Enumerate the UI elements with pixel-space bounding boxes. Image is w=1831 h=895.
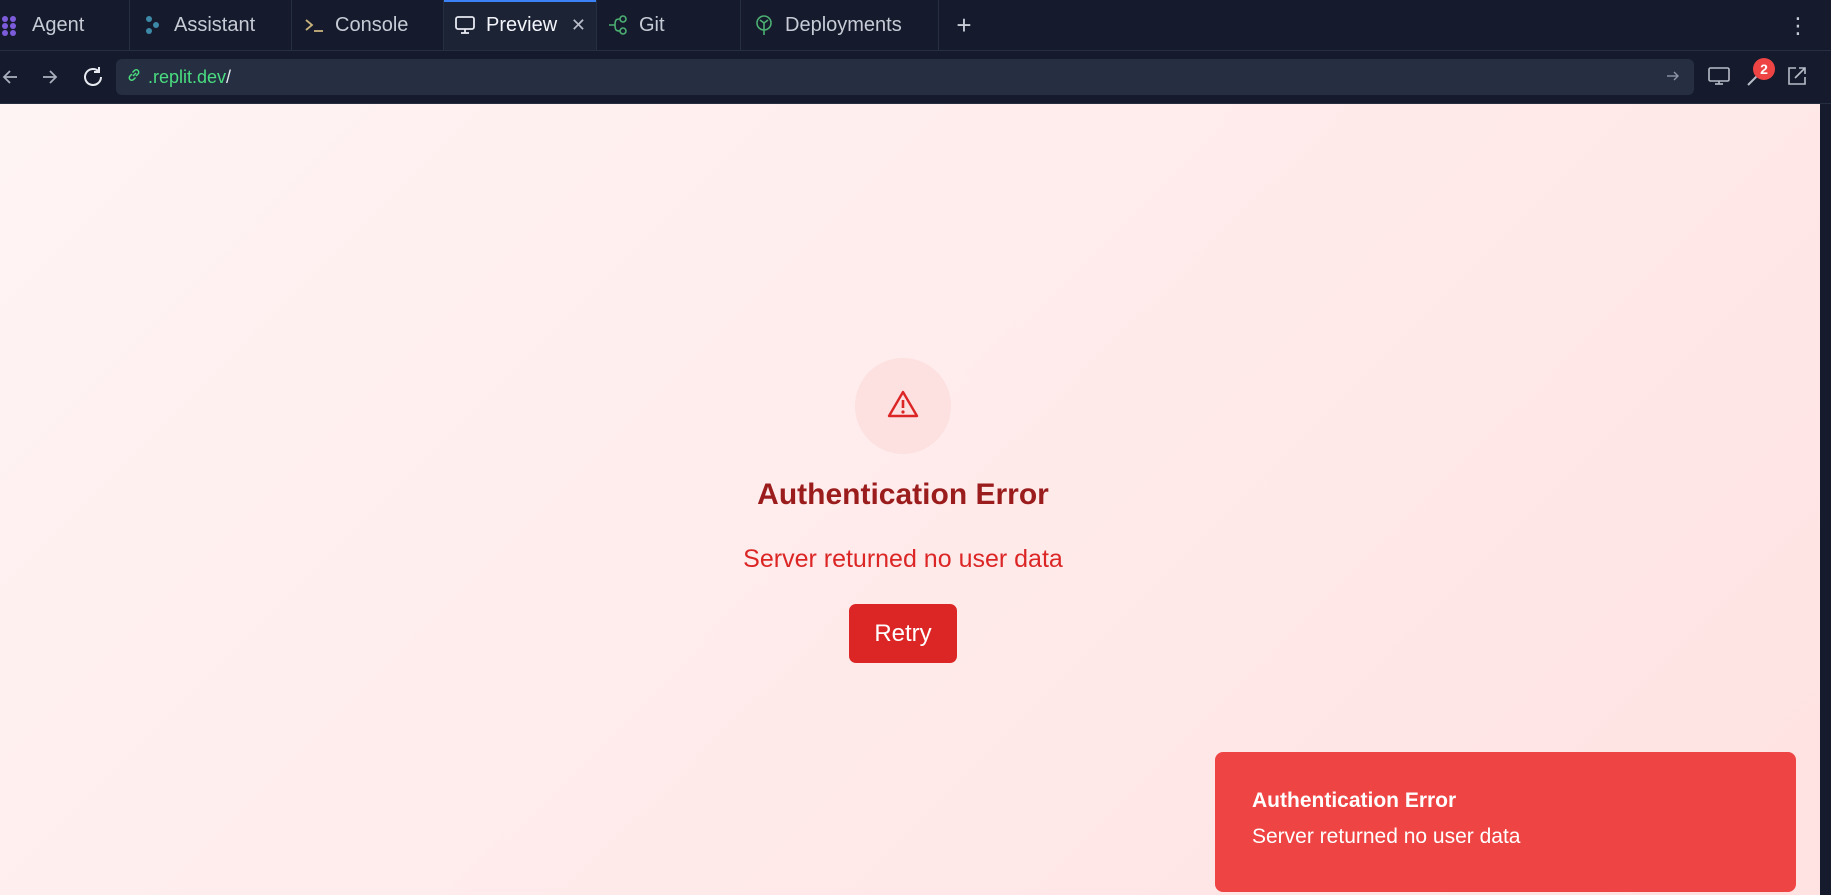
right-edge-rail [1820, 104, 1831, 895]
link-icon [126, 67, 142, 88]
tab-assistant[interactable]: Assistant [130, 0, 292, 50]
assistant-icon [142, 14, 164, 36]
add-tab-button[interactable]: + [939, 0, 989, 50]
url-domain: .replit.dev [148, 66, 227, 87]
tab-label: Preview [486, 13, 558, 36]
go-arrow-icon[interactable] [1664, 66, 1682, 91]
url-input[interactable]: .replit.dev/ [116, 59, 1694, 95]
close-icon[interactable]: ✕ [571, 15, 586, 36]
error-message: Server returned no user data [743, 545, 1063, 573]
forward-icon[interactable] [36, 63, 64, 91]
address-toolbar: .replit.dev/ [0, 51, 1831, 104]
tab-label: Agent [32, 13, 85, 36]
deployments-icon [753, 14, 775, 36]
back-icon[interactable] [0, 63, 24, 91]
tab-label: Git [639, 13, 665, 36]
tab-label: Deployments [785, 13, 902, 36]
tab-label: Console [335, 13, 409, 36]
git-icon [607, 14, 629, 36]
tab-deployments[interactable]: Deployments [741, 0, 939, 50]
console-icon [303, 14, 325, 36]
tab-bar: Agent Assistant Console Preview ✕ Git De… [0, 0, 1831, 51]
tab-preview[interactable]: Preview ✕ [444, 0, 597, 50]
warning-triangle-icon [886, 389, 920, 424]
reload-icon[interactable] [79, 63, 107, 91]
tab-console[interactable]: Console [292, 0, 444, 50]
device-preview-icon[interactable] [1707, 64, 1731, 93]
toast-message: Server returned no user data [1252, 825, 1521, 848]
error-icon-circle [855, 358, 951, 454]
error-toast[interactable]: Authentication Error Server returned no … [1215, 752, 1796, 892]
tab-label: Assistant [174, 13, 256, 36]
tab-git[interactable]: Git [597, 0, 741, 50]
agent-icon [0, 14, 22, 36]
retry-button[interactable]: Retry [849, 604, 957, 663]
url-path: / [226, 66, 232, 87]
monitor-icon [454, 14, 476, 36]
tab-agent[interactable]: Agent [0, 0, 130, 50]
devtools-count-badge: 2 [1753, 58, 1775, 80]
error-title: Authentication Error [757, 478, 1049, 511]
toast-title: Authentication Error [1252, 789, 1457, 812]
more-options-icon[interactable]: ⋮ [1787, 13, 1809, 39]
open-new-window-icon[interactable] [1785, 64, 1809, 93]
